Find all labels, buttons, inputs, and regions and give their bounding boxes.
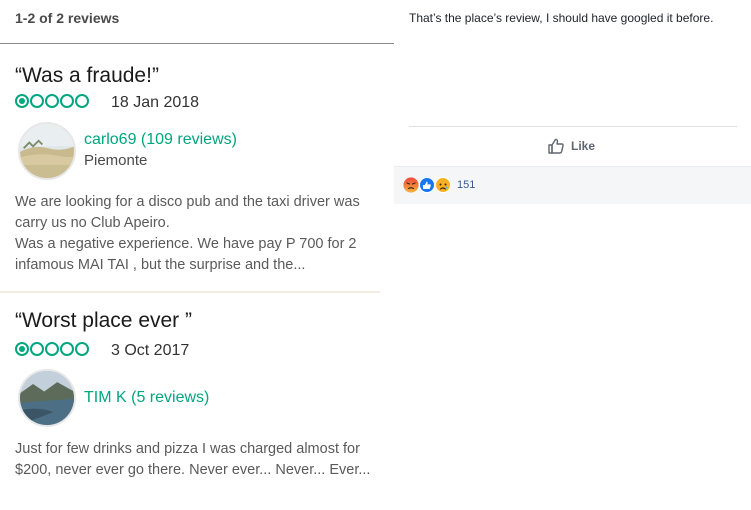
reviewer-location: Piemonte	[84, 152, 148, 169]
review-card: “Was a fraude!” 18 Jan 2018 carlo69 (109…	[0, 44, 380, 293]
beach-photo-avatar-icon	[20, 124, 74, 178]
rating-bubble-empty	[30, 342, 44, 356]
lake-photo-avatar[interactable]	[18, 369, 76, 427]
rating-bubbles	[15, 342, 89, 356]
reaction-icons[interactable]	[403, 177, 453, 193]
reviewer-name-link[interactable]: carlo69 (109 reviews)	[84, 131, 237, 149]
reactions-bar: 151	[394, 166, 751, 204]
review-body[interactable]: We are looking for a disco pub and the t…	[15, 192, 380, 276]
rating-bubble-filled	[15, 94, 29, 108]
sad-reaction-icon	[435, 177, 451, 193]
like-label: Like	[571, 139, 596, 153]
divider	[409, 126, 737, 127]
like-button[interactable]: Like	[547, 137, 595, 155]
facebook-post-panel: That’s the place’s review, I should have…	[394, 0, 751, 510]
rating-bubble-empty	[60, 94, 74, 108]
rating-bubble-empty	[45, 342, 59, 356]
review-body-line: Was a negative experience. We have pay P…	[15, 236, 357, 273]
rating-bubble-filled	[15, 342, 29, 356]
review-body[interactable]: Just for few drinks and pizza I was char…	[15, 439, 380, 481]
review-count: 1-2 of 2 reviews	[15, 10, 120, 26]
review-title[interactable]: “Worst place ever ”	[15, 309, 192, 333]
rating-bubble-empty	[60, 342, 74, 356]
post-text: That’s the place’s review, I should have…	[409, 11, 714, 25]
rating-bubbles	[15, 94, 89, 108]
review-title[interactable]: “Was a fraude!”	[15, 64, 159, 88]
review-date: 18 Jan 2018	[111, 94, 200, 111]
rating-bubble-empty	[75, 342, 89, 356]
reaction-icons-group	[403, 177, 451, 193]
review-body-line: We are looking for a disco pub and the t…	[15, 194, 360, 231]
review-card: “Worst place ever ” 3 Oct 2017 TIM K (5 …	[0, 293, 380, 510]
rating-bubble-empty	[45, 94, 59, 108]
reviewer-name-link[interactable]: TIM K (5 reviews)	[84, 389, 209, 407]
reaction-count[interactable]: 151	[457, 179, 475, 191]
beach-photo-avatar[interactable]	[18, 122, 76, 180]
tripadvisor-reviews-panel: 1-2 of 2 reviews “Was a fraude!” 18 Jan …	[0, 0, 394, 510]
review-body-line: Just for few drinks and pizza I was char…	[15, 441, 371, 478]
like-reaction-icon	[419, 177, 435, 193]
review-date: 3 Oct 2017	[111, 342, 190, 359]
rating-bubble-empty	[30, 94, 44, 108]
thumbs-up-outline-icon	[548, 138, 564, 154]
rating-bubble-empty	[75, 94, 89, 108]
lake-photo-avatar-icon	[20, 371, 74, 425]
angry-reaction-icon	[403, 177, 419, 193]
